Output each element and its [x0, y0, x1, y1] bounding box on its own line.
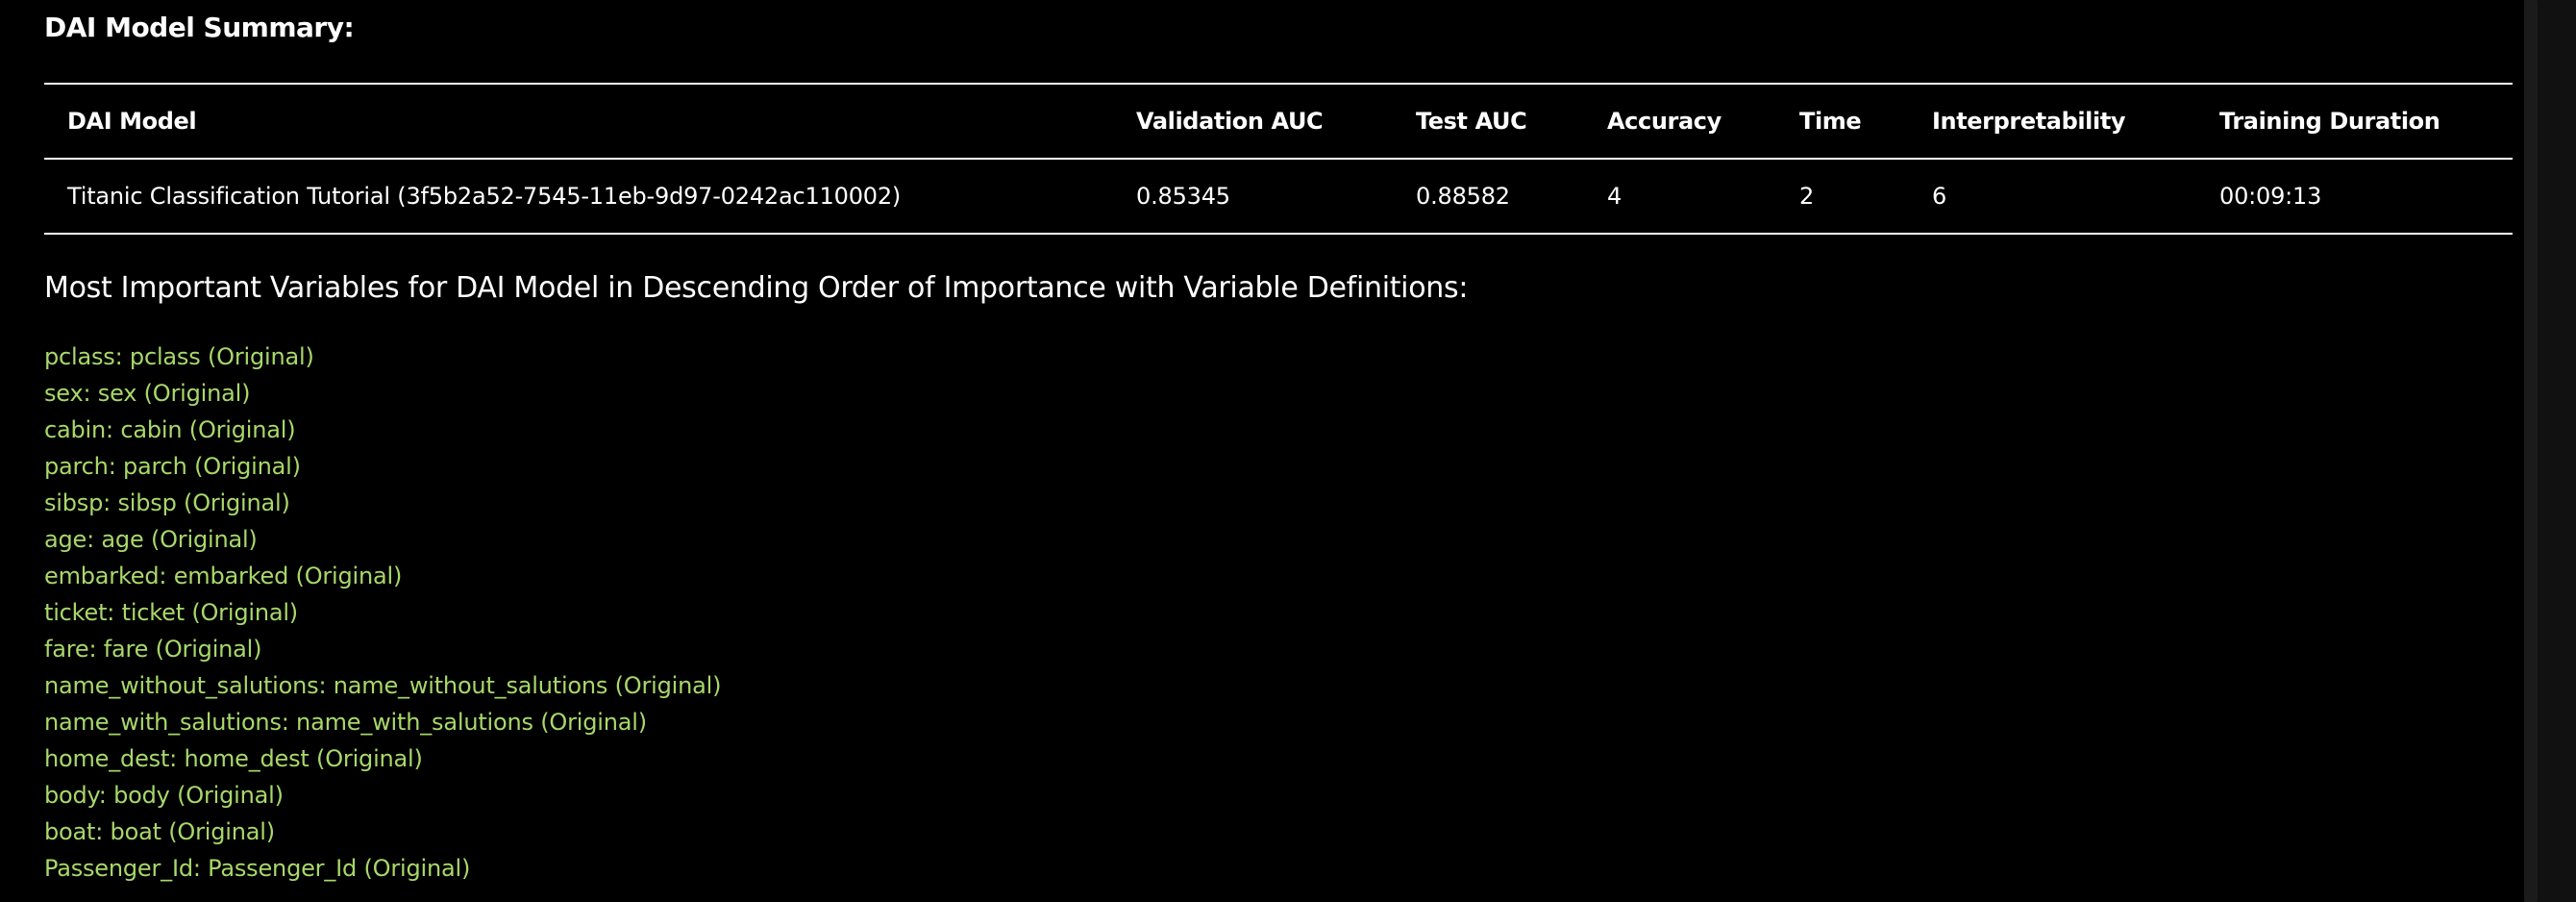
list-item: embarked: embarked (Original): [44, 563, 403, 589]
cell-validation-auc: 0.85345: [1136, 183, 1230, 210]
list-item: home_dest: home_dest (Original): [44, 745, 423, 772]
list-item: name_with_salutions: name_with_salutions…: [44, 709, 647, 736]
list-item: ticket: ticket (Original): [44, 599, 298, 626]
column-header-time: Time: [1799, 108, 1862, 135]
column-header-training-duration: Training Duration: [2219, 108, 2440, 135]
list-item: parch: parch (Original): [44, 453, 301, 480]
list-item: body: body (Original): [44, 782, 284, 809]
cell-time: 2: [1799, 183, 1815, 210]
list-item: name_without_salutions: name_without_sal…: [44, 672, 722, 699]
summary-title: DAI Model Summary:: [44, 12, 355, 43]
cell-interpretability: 6: [1932, 183, 1947, 210]
list-item: fare: fare (Original): [44, 636, 262, 663]
column-header-test-auc: Test AUC: [1416, 108, 1527, 135]
column-header-validation-auc: Validation AUC: [1136, 108, 1324, 135]
variable-importance-heading: Most Important Variables for DAI Model i…: [44, 271, 1469, 305]
cell-test-auc: 0.88582: [1416, 183, 1510, 210]
table-header-row: DAI Model Validation AUC Test AUC Accura…: [44, 84, 2513, 159]
list-item: pclass: pclass (Original): [44, 343, 314, 370]
cell-accuracy: 4: [1607, 183, 1622, 210]
table-row: Titanic Classification Tutorial (3f5b2a5…: [44, 159, 2513, 234]
cell-training-duration: 00:09:13: [2219, 183, 2322, 210]
column-header-interpretability: Interpretability: [1932, 108, 2126, 135]
list-item: age: age (Original): [44, 526, 258, 553]
list-item: boat: boat (Original): [44, 818, 275, 845]
column-header-dai-model: DAI Model: [67, 108, 197, 135]
model-summary-table: DAI Model Validation AUC Test AUC Accura…: [44, 83, 2513, 235]
variable-importance-list: pclass: pclass (Original) sex: sex (Orig…: [44, 338, 721, 887]
scrollbar-thumb[interactable]: [2524, 0, 2538, 902]
column-header-accuracy: Accuracy: [1607, 108, 1721, 135]
list-item: Passenger_Id: Passenger_Id (Original): [44, 855, 471, 882]
cell-dai-model: Titanic Classification Tutorial (3f5b2a5…: [67, 183, 902, 210]
list-item: sex: sex (Original): [44, 380, 251, 407]
list-item: cabin: cabin (Original): [44, 416, 296, 443]
list-item: sibsp: sibsp (Original): [44, 489, 290, 516]
